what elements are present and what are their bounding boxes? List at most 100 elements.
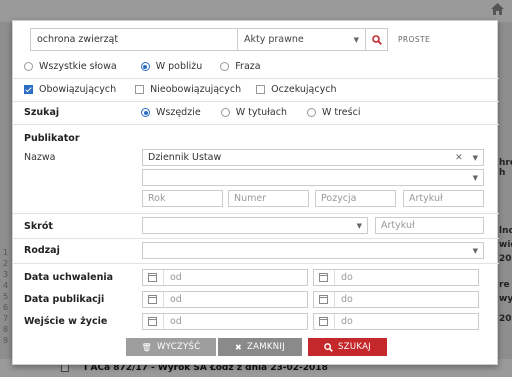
status-label: Nieobowiązujących [150, 84, 242, 95]
background-text-fragment: h [499, 168, 506, 178]
match-mode-option[interactable]: Fraza [220, 61, 261, 72]
shortcut-label: Skrót [24, 221, 53, 232]
status-option[interactable]: Nieobowiązujących [135, 84, 241, 95]
date-from-input[interactable]: od [142, 269, 308, 286]
status-option[interactable]: Oczekujących [256, 84, 336, 95]
scope-option[interactable]: W tytułach [220, 107, 287, 118]
chevron-down-icon: ▼ [472, 153, 478, 162]
clear-button[interactable]: 🗑 WYCZYŚĆ [126, 338, 216, 356]
radio-button[interactable] [24, 62, 33, 71]
submit-search-button[interactable]: SZUKAJ [308, 338, 387, 356]
radio-button[interactable] [220, 108, 230, 117]
date-to-input[interactable]: do [313, 291, 479, 308]
chevron-down-icon: ▼ [472, 246, 478, 255]
kind-select[interactable]: ▼ [142, 242, 484, 259]
field-separator [334, 292, 335, 307]
scope-option-label: W treści [321, 107, 361, 118]
article-placeholder: Artykuł [409, 193, 443, 204]
scope-options: Wszędzie W tytułach W treści [141, 107, 380, 118]
date-to-input[interactable]: do [313, 313, 479, 330]
search-input[interactable]: ochrona zwierząt [30, 28, 238, 51]
radio-button[interactable] [306, 108, 316, 117]
article-input[interactable]: Artykuł [403, 190, 484, 207]
calendar-icon[interactable] [319, 317, 328, 326]
background-line-number: 4 [3, 281, 9, 290]
background-line-number: 3 [3, 270, 9, 279]
home-icon [491, 3, 504, 15]
date-to-placeholder: do [341, 316, 353, 327]
field-separator [334, 314, 335, 329]
search-input-value: ochrona zwierząt [37, 34, 119, 45]
position-input[interactable]: Pozycja [315, 190, 396, 207]
match-mode-option[interactable]: Wszystkie słowa [24, 61, 117, 72]
scope-option[interactable]: Wszędzie [141, 107, 201, 118]
divider [13, 238, 499, 239]
background-line-number: 7 [3, 314, 9, 323]
radio-button[interactable] [220, 62, 230, 71]
scope-option[interactable]: W treści [306, 107, 361, 118]
calendar-icon[interactable] [319, 273, 328, 282]
shortcut-article-input[interactable]: Artykuł [375, 217, 484, 234]
publisher-name-select[interactable]: Dziennik Ustaw ✕ ▼ [142, 149, 484, 166]
kind-label: Rodzaj [24, 245, 60, 256]
background-header [0, 0, 512, 22]
search-button[interactable] [366, 28, 388, 51]
publisher-second-select[interactable]: ▼ [142, 169, 484, 186]
date-from-input[interactable]: od [142, 313, 308, 330]
act-type-select[interactable]: Akty prawne ▼ [238, 28, 366, 51]
calendar-icon[interactable] [148, 295, 157, 304]
publisher-name-label: Nazwa [24, 152, 56, 163]
checkbox[interactable] [256, 85, 266, 94]
clear-icon[interactable]: ✕ [455, 153, 463, 163]
radio-button[interactable] [141, 108, 150, 117]
date-to-placeholder: do [341, 272, 353, 283]
calendar-icon[interactable] [148, 273, 157, 282]
number-placeholder: Numer [234, 193, 267, 204]
scope-option-label: Wszędzie [156, 107, 201, 118]
chevron-down-icon: ▼ [356, 221, 362, 230]
close-button[interactable]: ✖ ZAMKNIJ [218, 338, 302, 356]
number-input[interactable]: Numer [228, 190, 309, 207]
divider [13, 124, 499, 125]
radio-button[interactable] [140, 62, 150, 71]
advanced-search-dialog: ochrona zwierząt Akty prawne ▼ PROSTE Ws… [12, 20, 499, 365]
shortcut-article-placeholder: Artykuł [381, 220, 415, 231]
status-option[interactable]: Obowiązujących [24, 84, 116, 95]
match-mode-label: W pobliżu [155, 61, 203, 72]
match-mode-group: Wszystkie słowa W pobliżu Fraza [24, 61, 510, 72]
calendar-icon[interactable] [148, 317, 157, 326]
calendar-icon[interactable] [319, 295, 328, 304]
divider [13, 213, 499, 214]
field-separator [334, 270, 335, 285]
match-mode-label: Fraza [235, 61, 261, 72]
date-from-placeholder: od [170, 294, 182, 305]
scope-option-label: W tytułach [235, 107, 287, 118]
search-bar: ochrona zwierząt Akty prawne ▼ PROSTE [30, 28, 430, 51]
date-to-input[interactable]: do [313, 269, 479, 286]
trash-icon: 🗑 [141, 342, 152, 352]
search-icon [324, 342, 333, 352]
status-label: Obowiązujących [39, 84, 117, 95]
position-placeholder: Pozycja [321, 193, 357, 204]
date-from-input[interactable]: od [142, 291, 308, 308]
field-separator [163, 270, 164, 285]
search-icon [371, 34, 382, 45]
publisher-name-value: Dziennik Ustaw [148, 152, 222, 163]
simple-mode-link[interactable]: PROSTE [398, 35, 430, 44]
scope-group: Szukaj Wszędzie W tytułach W treści [24, 107, 510, 118]
checkbox[interactable] [24, 85, 33, 94]
background-line-number: 8 [3, 325, 9, 334]
year-input[interactable]: Rok [142, 190, 223, 207]
divider [13, 78, 499, 79]
shortcut-select[interactable]: ▼ [142, 217, 368, 234]
scope-label: Szukaj [24, 107, 60, 118]
close-button-label: ZAMKNIJ [246, 342, 286, 352]
match-mode-option[interactable]: W pobliżu [140, 61, 203, 72]
act-type-value: Akty prawne [244, 34, 304, 45]
chevron-down-icon: ▼ [472, 173, 478, 182]
checkbox[interactable] [135, 85, 145, 94]
divider [13, 263, 499, 264]
publisher-section: Publikator [24, 133, 510, 144]
field-separator [163, 314, 164, 329]
status-label: Oczekujących [271, 84, 337, 95]
